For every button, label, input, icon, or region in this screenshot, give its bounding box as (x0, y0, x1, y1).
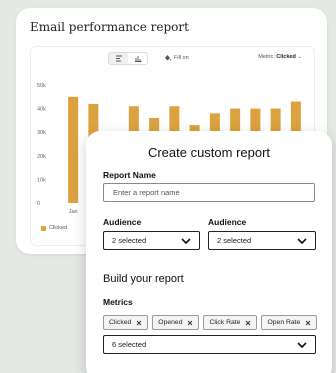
report-name-input[interactable] (103, 183, 315, 202)
metrics-select[interactable]: 6 selected (103, 335, 316, 354)
chart-view-toggle (108, 52, 148, 65)
metric-chip[interactable]: Clicked (103, 315, 149, 330)
table-view-button[interactable] (109, 53, 128, 64)
close-icon[interactable] (305, 320, 311, 326)
legend-swatch (41, 225, 46, 231)
metric-chip[interactable]: Click Rate (203, 315, 258, 330)
y-tick-label: 30k (37, 130, 46, 136)
chart-toolbar: Fill on Metric: Clicked ⌄ (31, 47, 314, 69)
chevron-down-icon (297, 237, 307, 244)
close-icon[interactable] (136, 320, 142, 326)
metrics-select-value: 6 selected (112, 340, 147, 349)
x-tick-label: Jan (69, 209, 78, 215)
bar-view-button[interactable] (128, 53, 147, 64)
metric-chip-label: Click Rate (209, 319, 241, 326)
fill-toggle[interactable]: Fill on (164, 54, 189, 61)
chevron-down-icon: ⌄ (297, 54, 302, 60)
chart-bar (68, 96, 79, 203)
modal-title: Create custom report (147, 145, 271, 160)
close-icon[interactable] (187, 320, 193, 326)
paint-bucket-icon (165, 55, 171, 61)
metric-chip-label: Clicked (109, 319, 132, 326)
chevron-down-icon (297, 341, 307, 348)
metric-chip-label: Open Rate (267, 319, 301, 326)
metrics-label: Metrics (103, 297, 133, 307)
metric-chip[interactable]: Opened (152, 315, 200, 330)
table-view-icon (115, 55, 122, 62)
close-icon[interactable] (245, 320, 251, 326)
metric-chip[interactable]: Open Rate (261, 315, 318, 330)
audience-select-1-value: 2 selected (112, 236, 147, 245)
metric-chips: Clicked Opened Click Rate Open Rate (103, 315, 318, 330)
report-name-label: Report Name (103, 170, 156, 180)
y-tick-label: 40k (37, 107, 46, 113)
audience-select-2[interactable]: 2 selected (208, 231, 316, 250)
y-tick-label: 50k (37, 83, 46, 89)
report-card-title: Email performance report (30, 20, 189, 34)
fill-label: Fill on (174, 54, 189, 61)
build-report-title: Build your report (103, 273, 184, 285)
y-tick-label: 10k (37, 177, 46, 183)
metric-value: Clicked (276, 54, 296, 60)
audience-select-1[interactable]: 2 selected (103, 231, 200, 250)
bar-chart-icon (134, 56, 141, 62)
audience-label-2: Audience (208, 217, 247, 227)
y-tick-label: 20k (37, 154, 46, 160)
y-tick-label: 0 (37, 201, 40, 207)
metric-prefix: Metric: (258, 54, 275, 60)
audience-label-1: Audience (103, 217, 142, 227)
legend-label: Clicked (49, 225, 68, 231)
metric-chip-label: Opened (158, 319, 183, 326)
metric-dropdown[interactable]: Metric: Clicked ⌄ (258, 54, 302, 60)
chevron-down-icon (181, 237, 191, 244)
audience-select-2-value: 2 selected (217, 236, 252, 245)
chart-legend: Clicked (41, 225, 67, 231)
